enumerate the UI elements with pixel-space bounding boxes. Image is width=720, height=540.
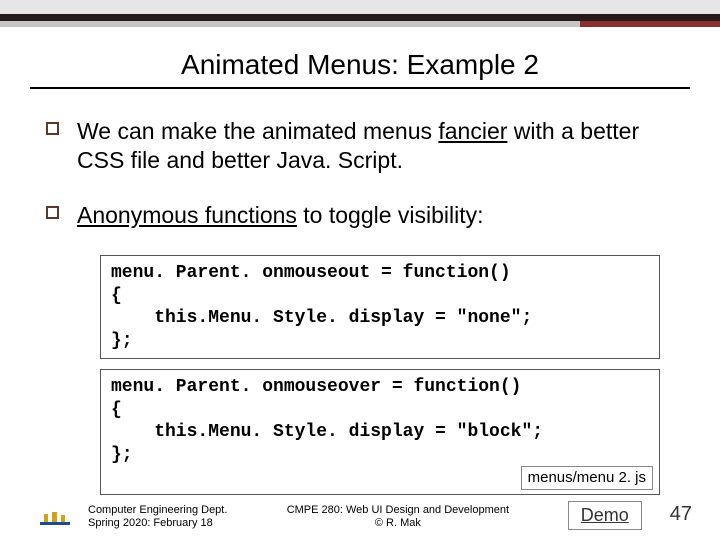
- page-number: 47: [670, 503, 692, 530]
- bullet-item: We can make the animated menus fancier w…: [46, 117, 670, 175]
- bullet-item: Anonymous functions to toggle visibility…: [46, 201, 670, 230]
- slide-title: Animated Menus: Example 2: [0, 49, 720, 81]
- dept-line-2: Spring 2020: February 18: [88, 517, 248, 530]
- code-block-1: menu. Parent. onmouseout = function() { …: [100, 255, 660, 359]
- bullet-icon: [46, 122, 59, 135]
- course-info: CMPE 280: Web UI Design and Development …: [248, 504, 548, 530]
- bullet-pre: We can make the animated menus: [77, 118, 438, 144]
- content-area: We can make the animated menus fancier w…: [0, 89, 720, 229]
- top-stripe-accent: [580, 21, 720, 27]
- bullet-text: We can make the animated menus fancier w…: [77, 117, 670, 175]
- bullet-icon: [46, 206, 59, 219]
- code-text: menu. Parent. onmouseover = function() {…: [111, 376, 649, 466]
- demo-button[interactable]: Demo: [568, 501, 642, 530]
- dept-info: Computer Engineering Dept. Spring 2020: …: [88, 504, 248, 530]
- top-stripe-3: [0, 21, 720, 27]
- filename-label: menus/menu 2. js: [521, 466, 653, 491]
- course-line-2: © R. Mak: [248, 517, 548, 530]
- bullet-text: Anonymous functions to toggle visibility…: [77, 201, 484, 230]
- footer: Computer Engineering Dept. Spring 2020: …: [0, 501, 720, 530]
- code-block-2: menu. Parent. onmouseover = function() {…: [100, 369, 660, 495]
- bullet-post: to toggle visibility:: [297, 202, 484, 228]
- code-text: menu. Parent. onmouseout = function() { …: [111, 262, 649, 352]
- course-line-1: CMPE 280: Web UI Design and Development: [248, 504, 548, 517]
- top-stripe-1: [0, 0, 720, 14]
- top-stripe-2: [0, 14, 720, 21]
- bullet-underlined: fancier: [438, 118, 507, 144]
- bullet-underlined: Anonymous functions: [77, 202, 297, 228]
- sjsu-logo: [40, 512, 70, 530]
- dept-line-1: Computer Engineering Dept.: [88, 504, 248, 517]
